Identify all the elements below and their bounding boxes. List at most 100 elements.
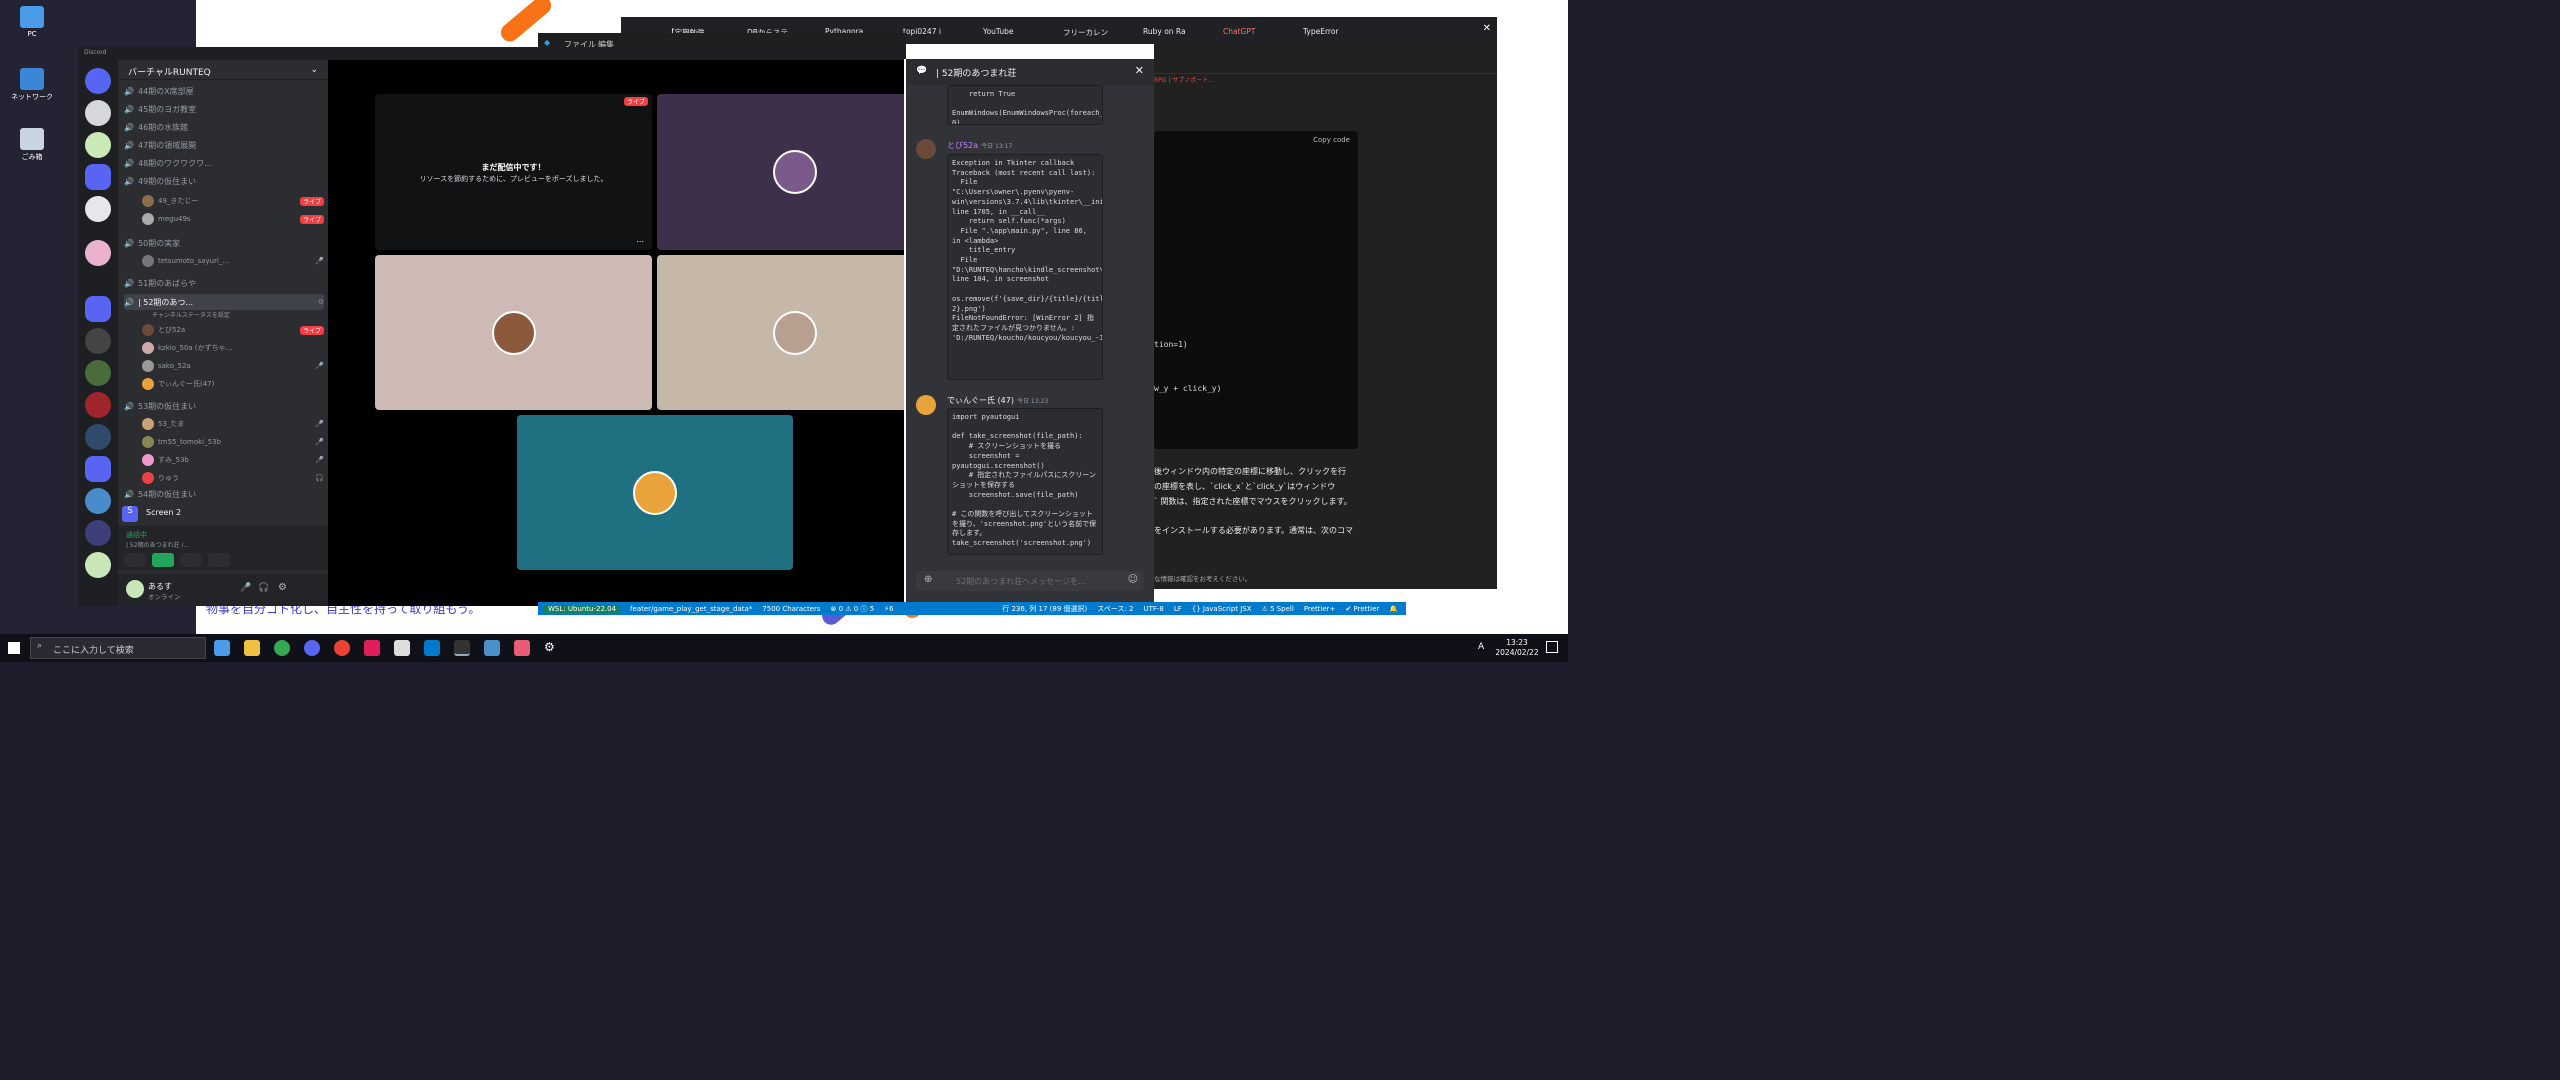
voice-channel[interactable]: 🔊 54期の仮住まい [124, 490, 324, 498]
tab-4[interactable]: YouTube [963, 22, 1041, 42]
message-input[interactable]: ⊕ 52期のあつまれ荘へメッセージを... ☺ [916, 571, 1144, 591]
ime-indicator[interactable]: A [1478, 642, 1484, 652]
camera-off-button[interactable] [124, 553, 146, 567]
recycle-bin-icon[interactable]: ごみ箱 [10, 128, 54, 162]
bell-icon[interactable]: 🔔 [1389, 605, 1406, 613]
file-explorer-icon[interactable] [244, 640, 260, 656]
indent-status[interactable]: スペース: 2 [1097, 604, 1133, 614]
voice-user[interactable]: kzkio_50a (かずちゃ... [142, 340, 324, 356]
calculator-icon[interactable] [214, 640, 230, 656]
chrome-profile-icon[interactable] [304, 640, 320, 656]
slack-icon[interactable] [364, 640, 380, 656]
voice-user[interactable]: とび52a ライブ [142, 322, 324, 338]
guild-icon[interactable] [85, 240, 111, 266]
video-tile[interactable] [517, 415, 793, 570]
guild-icon[interactable] [85, 520, 111, 546]
gear-icon[interactable]: ⚙ [278, 582, 287, 593]
voice-channel-active[interactable]: 🔊 | 52期のあつ... ⚙ [124, 294, 324, 310]
app-icon[interactable] [484, 640, 500, 656]
tab-8[interactable]: TypeError [1283, 22, 1361, 42]
home-icon[interactable] [85, 68, 111, 94]
char-count[interactable]: 7500 Characters [762, 605, 820, 613]
close-icon[interactable]: ✕ [1483, 23, 1491, 34]
close-icon[interactable]: ✕ [1135, 64, 1144, 77]
voice-channel[interactable]: 🔊 49期の仮住まい [124, 173, 324, 189]
ports-status[interactable]: ⚡6 [884, 605, 893, 613]
voice-channel[interactable]: 🔊 45期のヨガ教室 [124, 101, 324, 117]
voice-user[interactable]: 49_きたじー ライブ [142, 193, 324, 209]
guild-icon[interactable] [85, 196, 111, 222]
voice-user[interactable]: 53_たま 🎤 [142, 416, 324, 432]
tab-7[interactable]: ChatGPT [1203, 22, 1281, 42]
notion-icon[interactable] [394, 640, 410, 656]
guild-icon[interactable] [85, 328, 111, 354]
pc-icon[interactable]: PC [10, 6, 54, 38]
tab-6[interactable]: Ruby on Ra [1123, 22, 1201, 42]
eol-status[interactable]: LF [1174, 605, 1182, 613]
folder-icon[interactable] [85, 164, 111, 190]
clock[interactable]: 13:23 2024/02/22 [1494, 638, 1540, 658]
screen-share-row[interactable]: S Screen 2 [122, 504, 324, 524]
voice-channel[interactable]: 🔊 50期の実家 [124, 235, 324, 251]
network-icon[interactable]: ネットワーク [10, 68, 54, 102]
folder-icon[interactable] [85, 456, 111, 482]
voice-user[interactable]: tm55_tomoki_53b 🎤 [142, 434, 324, 450]
voice-channel[interactable]: 🔊 53期の仮住まい [124, 398, 324, 414]
guild-icon[interactable] [85, 360, 111, 386]
prettier-status[interactable]: ✔ Prettier [1345, 605, 1379, 613]
chrome-profile-icon[interactable] [334, 640, 350, 656]
cursor-position[interactable]: 行 236, 列 17 (89 個選択) [1002, 604, 1087, 614]
spell-status[interactable]: ⚠ 5 Spell [1262, 605, 1294, 613]
voice-user[interactable]: すみ_53b 🎤 [142, 452, 324, 468]
vscode-icon[interactable] [424, 640, 440, 656]
prettier-plus-status[interactable]: Prettier+ [1304, 605, 1336, 613]
voice-user[interactable]: tetsumoto_sayuri_... 🎤 [142, 253, 324, 269]
avatar[interactable] [126, 580, 144, 598]
search-input[interactable]: ⌕ ここに入力して検索 [30, 637, 206, 659]
video-tile[interactable] [375, 255, 652, 410]
language-status[interactable]: {} JavaScript JSX [1192, 605, 1252, 613]
voice-user[interactable]: sako_52a 🎤 [142, 358, 324, 374]
server-name[interactable]: バーチャルRUNTEQ ⌄ [118, 60, 328, 80]
chrome-icon[interactable] [274, 640, 290, 656]
guild-icon[interactable] [85, 132, 111, 158]
tab-5[interactable]: フリーカレン [1043, 22, 1121, 42]
video-tile[interactable] [657, 94, 904, 250]
guild-icon[interactable] [85, 552, 111, 578]
soundboard-button[interactable] [208, 553, 230, 567]
guild-icon[interactable] [85, 100, 111, 126]
emoji-icon[interactable]: ☺ [1128, 574, 1138, 585]
voice-user[interactable]: でぃんぐー氏(47) [142, 376, 324, 392]
avatar[interactable] [916, 139, 936, 159]
screen-share-button[interactable] [152, 553, 174, 567]
voice-channel[interactable]: 🔊 44期のX席部屋 [124, 83, 324, 99]
copy-code-button[interactable]: Copy code [1313, 136, 1350, 144]
voice-user[interactable]: megu49s ライブ [142, 211, 324, 227]
stream-tile-paused[interactable]: ライブ まだ配信中です！ リソースを節約するために、プレビューをポーズしました。… [375, 94, 652, 250]
headphone-icon[interactable]: 🎧 [258, 583, 269, 593]
branch-status[interactable]: feater/game_play_get_stage_data* [630, 605, 752, 613]
problems-status[interactable]: ⊗ 0 ⚠ 0 ⓘ 5 [831, 604, 875, 614]
app-icon[interactable] [514, 640, 530, 656]
more-icon[interactable]: ... [636, 235, 644, 244]
gear-icon[interactable]: ⚙ [544, 640, 560, 656]
encoding-status[interactable]: UTF-8 [1143, 605, 1163, 613]
channel-status[interactable]: チャンネルステータスを設定 [152, 310, 230, 319]
voice-channel[interactable]: 🔊 47期の領域展開 [124, 137, 324, 153]
guild-icon[interactable] [85, 488, 111, 514]
avatar[interactable] [916, 395, 936, 415]
voice-channel[interactable]: 🔊 51期のあばらや [124, 275, 324, 291]
activity-button[interactable] [180, 553, 202, 567]
windows-start-icon[interactable] [8, 642, 20, 654]
voice-channel[interactable]: 🔊 48期のワクワクワ... [124, 155, 324, 171]
voice-channel[interactable]: 🔊 46期の水族館 [124, 119, 324, 135]
voice-user[interactable]: りゅう 🎧 [142, 470, 324, 486]
terminal-icon[interactable] [454, 640, 470, 656]
remote-indicator[interactable]: WSL: Ubuntu-22.04 [544, 604, 621, 613]
notification-icon[interactable] [1546, 641, 1558, 653]
folder-icon[interactable] [85, 296, 111, 322]
mic-icon[interactable]: 🎤 [240, 583, 251, 593]
guild-icon[interactable] [85, 392, 111, 418]
video-tile[interactable]: 🎤 [657, 255, 904, 410]
guild-icon[interactable] [85, 424, 111, 450]
